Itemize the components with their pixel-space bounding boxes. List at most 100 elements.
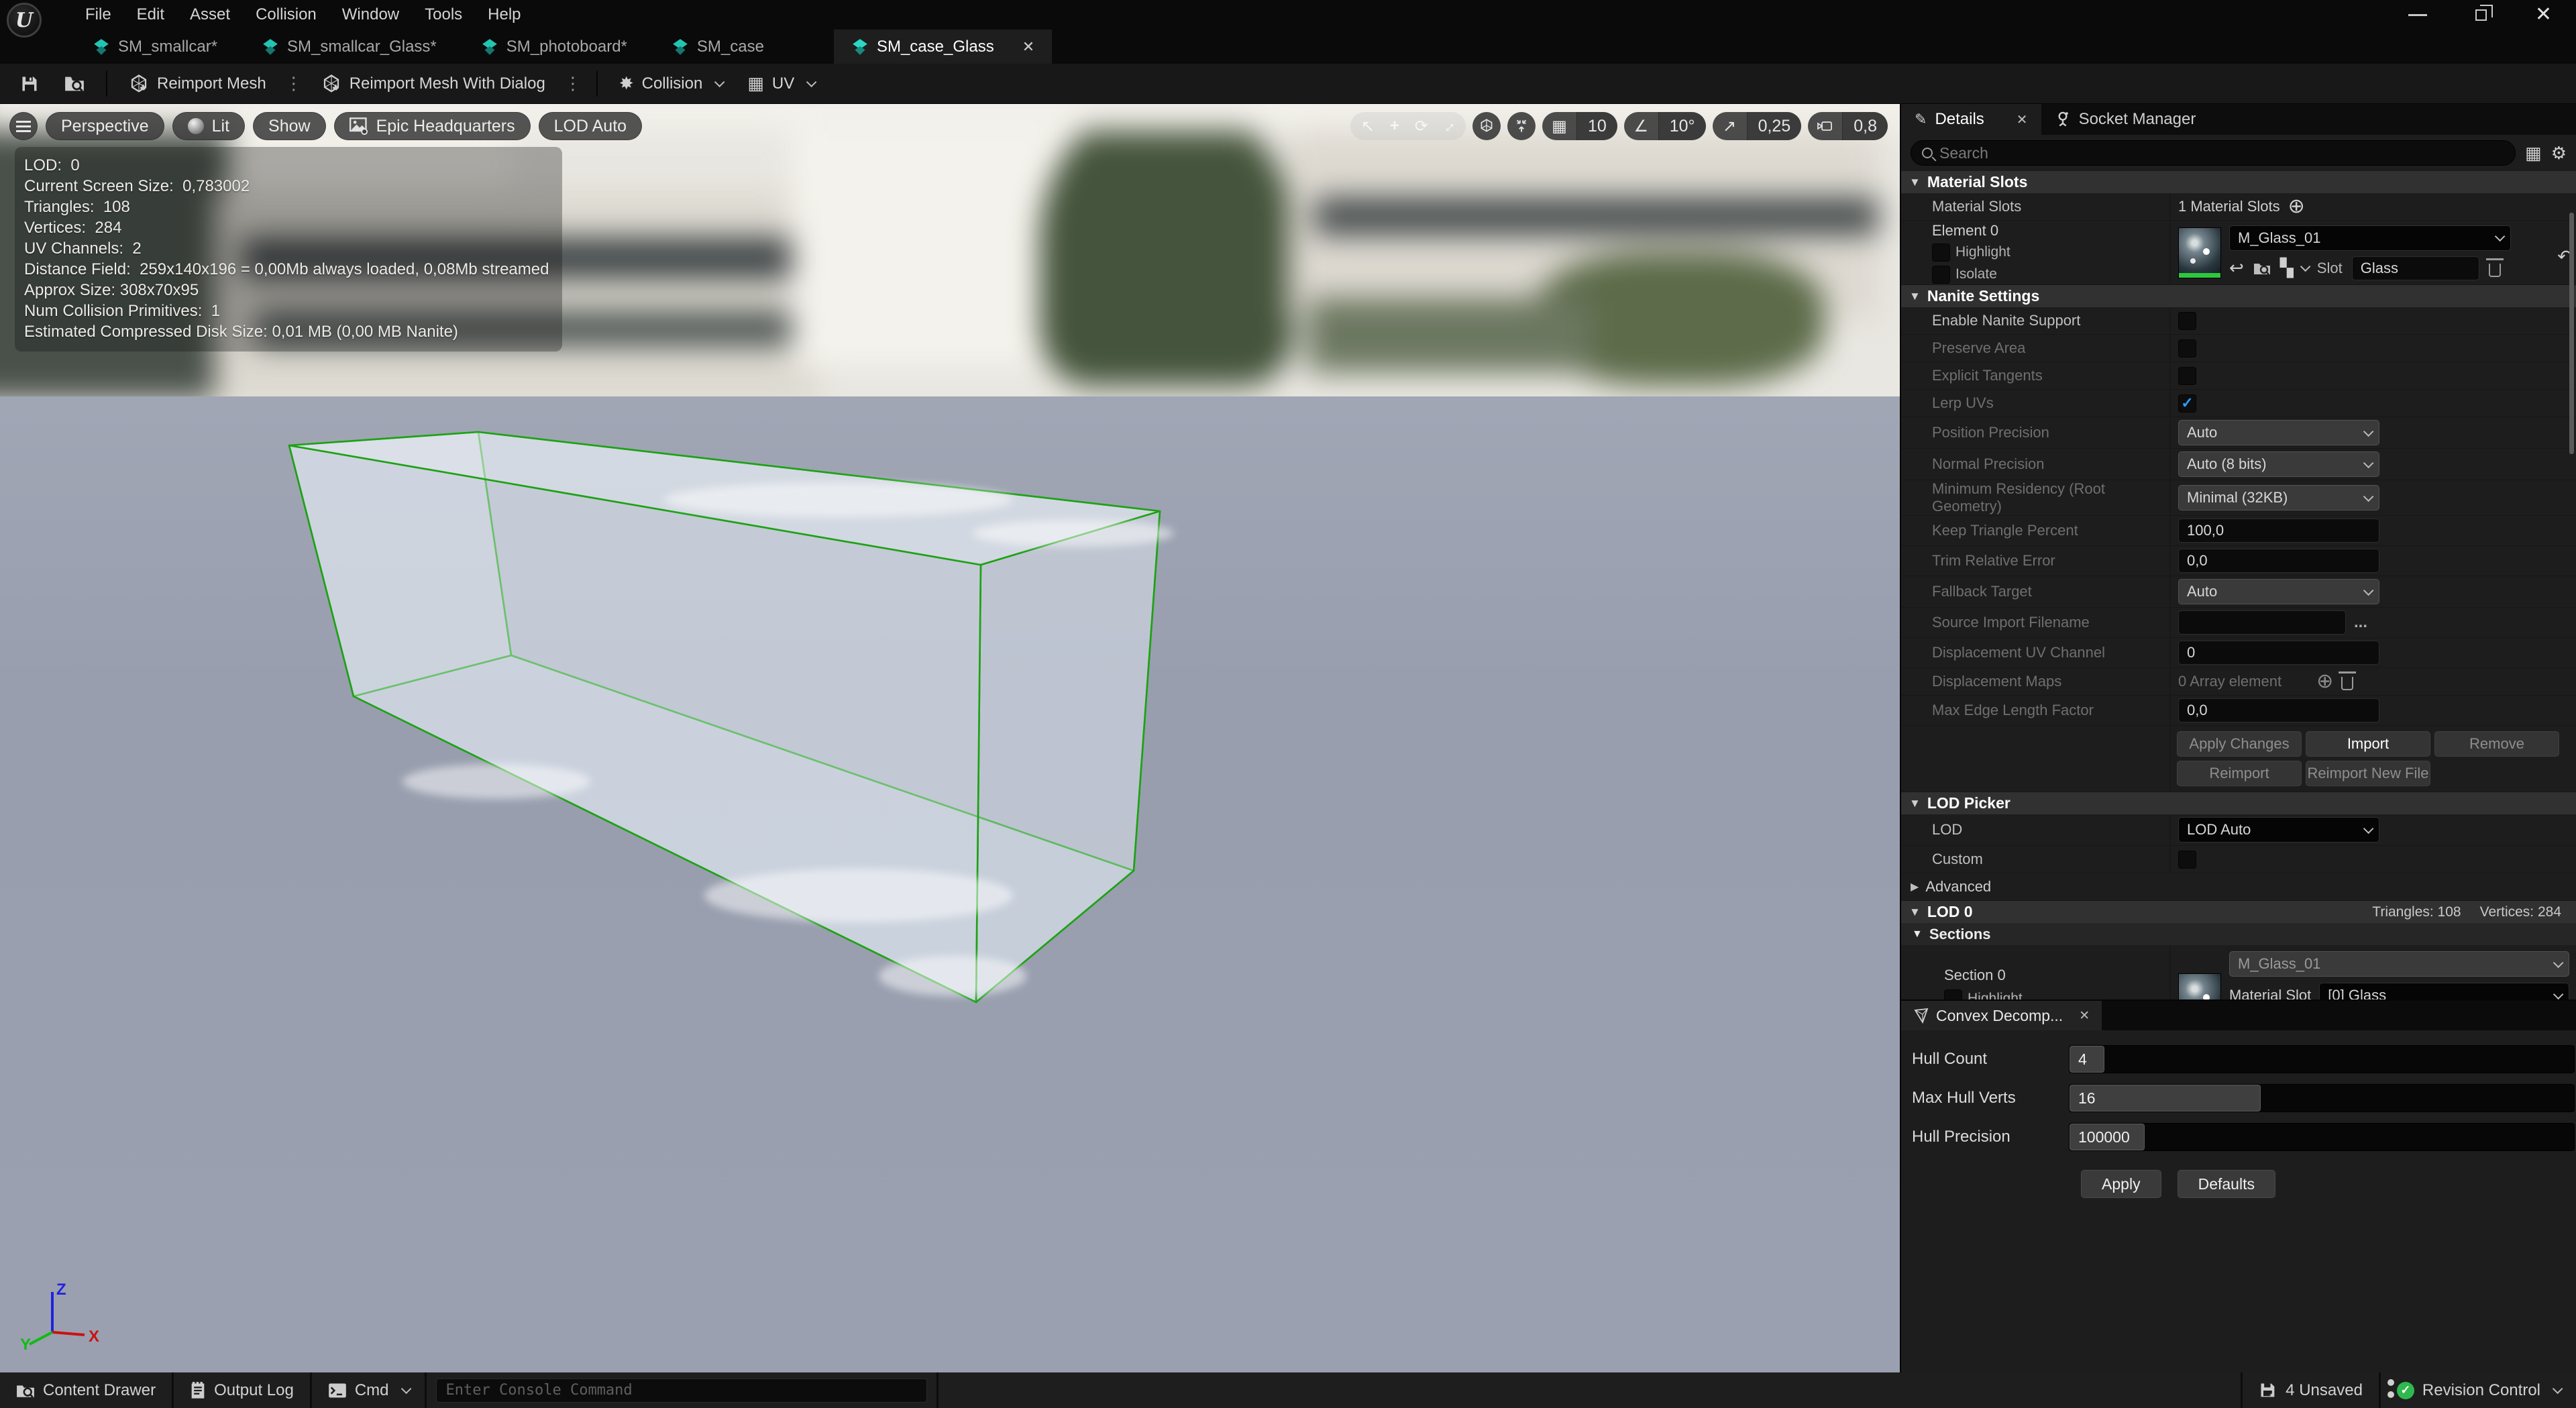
fallback-target-dropdown[interactable]: Auto	[2178, 579, 2379, 604]
position-precision-dropdown[interactable]: Auto	[2178, 420, 2379, 445]
convex-tab-close-icon[interactable]: ✕	[2079, 1008, 2090, 1024]
grid-snap-control[interactable]: ▦ 10	[1542, 112, 1617, 140]
reimport-mesh-dialog-button[interactable]: Reimport Mesh With Dialog	[311, 69, 556, 99]
source-import-filename-input[interactable]	[2178, 610, 2346, 635]
close-icon[interactable]: ✕	[2535, 5, 2552, 25]
category-lod0[interactable]: ▼ LOD 0 Triangles: 108 Vertices: 284	[1901, 901, 2576, 923]
details-tab-close-icon[interactable]: ✕	[2017, 111, 2028, 128]
reimport-mesh-button[interactable]: Reimport Mesh	[118, 69, 277, 99]
uv-menu-button[interactable]: ▦ UV	[737, 69, 824, 99]
tab-sm-case-glass[interactable]: SM_case_Glass ✕	[834, 30, 1052, 64]
unsaved-button[interactable]: * 4 Unsaved	[2243, 1372, 2379, 1408]
browse-to-asset-button[interactable]	[54, 69, 95, 99]
select-icon[interactable]: ↖	[1354, 117, 1381, 136]
tab-sm-case[interactable]: SM_case	[654, 30, 782, 64]
normal-precision-dropdown[interactable]: Auto (8 bits)	[2178, 451, 2379, 477]
add-array-element-icon[interactable]: ⊕	[2316, 671, 2333, 692]
use-selected-asset-icon[interactable]: ↩	[2229, 258, 2244, 278]
view-mode-button[interactable]: Lit	[172, 112, 245, 140]
delete-slot-icon[interactable]	[2489, 264, 2501, 277]
tab-convex-decomposition[interactable]: Convex Decomp... ✕	[1901, 1001, 2102, 1030]
tab-sm-photoboard[interactable]: SM_photoboard*	[464, 30, 645, 64]
details-property-list[interactable]: ▼ Material Slots Material Slots 1 Materi…	[1901, 171, 2576, 999]
perspective-button[interactable]: Perspective	[46, 112, 164, 140]
tab-details[interactable]: ✎ Details ✕	[1901, 104, 2041, 135]
advanced-row[interactable]: ▶ Advanced	[1901, 873, 2576, 901]
browse-to-asset-icon[interactable]	[2253, 260, 2271, 276]
menu-asset[interactable]: Asset	[177, 0, 243, 30]
highlight-checkbox[interactable]	[1932, 243, 1950, 262]
section-material-thumbnail[interactable]	[2178, 973, 2221, 999]
remove-button[interactable]: Remove	[2434, 731, 2559, 757]
reimport-button[interactable]: Reimport	[2177, 761, 2302, 786]
viewport-options-button[interactable]	[9, 112, 38, 140]
rotate-icon[interactable]: ⟳	[1408, 117, 1435, 136]
minimum-residency-dropdown[interactable]: Minimal (32KB)	[2178, 485, 2379, 510]
add-material-slot-icon[interactable]: ⊕	[2288, 197, 2305, 217]
menu-edit[interactable]: Edit	[124, 0, 177, 30]
preserve-area-checkbox[interactable]	[2178, 339, 2196, 358]
category-nanite-settings[interactable]: ▼ Nanite Settings	[1901, 285, 2576, 307]
output-log-button[interactable]: Output Log	[174, 1372, 310, 1408]
convex-defaults-button[interactable]: Defaults	[2178, 1170, 2275, 1198]
surface-snap-button[interactable]	[1507, 112, 1536, 140]
isolate-checkbox[interactable]	[1932, 266, 1950, 284]
save-button[interactable]	[9, 69, 50, 99]
console-command-input[interactable]: Enter Console Command	[436, 1378, 927, 1403]
cmd-selector[interactable]: Cmd	[312, 1372, 425, 1408]
show-button[interactable]: Show	[253, 112, 326, 140]
display-filter-icon[interactable]: ▦	[2525, 143, 2542, 164]
search-input[interactable]: Search	[1911, 140, 2516, 166]
camera-speed-control[interactable]: 0,8	[1808, 112, 1888, 140]
move-icon[interactable]: +	[1381, 117, 1408, 136]
sections-subheader[interactable]: ▼ Sections	[1901, 923, 2576, 945]
browse-file-button[interactable]: ...	[2354, 613, 2367, 632]
settings-gear-icon[interactable]: ⚙	[2551, 143, 2567, 164]
import-button[interactable]: Import	[2306, 731, 2430, 757]
details-scrollbar[interactable]	[2569, 213, 2574, 454]
hull-precision-slider[interactable]: 100000	[2069, 1123, 2575, 1151]
material-slot-dropdown[interactable]: [0] Glass	[2319, 983, 2569, 999]
lod-dropdown[interactable]: LOD Auto	[2178, 817, 2379, 843]
revision-control-button[interactable]: ✓ Revision Control	[2381, 1372, 2576, 1408]
tab-close-icon[interactable]: ✕	[1022, 38, 1034, 56]
enable-nanite-checkbox[interactable]	[2178, 312, 2196, 330]
minimize-icon[interactable]	[2408, 14, 2427, 16]
scale-snap-control[interactable]: ↗ 0,25	[1713, 112, 1802, 140]
tab-socket-manager[interactable]: Socket Manager	[2041, 104, 2210, 135]
menu-help[interactable]: Help	[475, 0, 533, 30]
category-material-slots[interactable]: ▼ Material Slots	[1901, 171, 2576, 193]
menu-collision[interactable]: Collision	[243, 0, 329, 30]
max-hull-verts-slider[interactable]: 16	[2069, 1084, 2575, 1112]
category-lod-picker[interactable]: ▼ LOD Picker	[1901, 792, 2576, 814]
material-dropdown[interactable]: M_Glass_01	[2229, 225, 2511, 251]
menu-file[interactable]: File	[72, 0, 124, 30]
world-local-gizmo-button[interactable]	[1472, 112, 1501, 140]
collision-menu-button[interactable]: ✸ Collision	[608, 69, 733, 99]
reimport-dialog-options-icon[interactable]: ⋮	[560, 73, 586, 94]
tab-sm-smallcar-glass[interactable]: SM_smallcar_Glass*	[244, 30, 454, 64]
hull-count-slider[interactable]: 4	[2069, 1045, 2575, 1073]
section-highlight-checkbox[interactable]	[1944, 989, 1962, 999]
checker-pattern-icon[interactable]: ▚	[2280, 258, 2294, 278]
displacement-uv-channel-input[interactable]: 0	[2178, 641, 2379, 665]
section-material-dropdown[interactable]: M_Glass_01	[2229, 951, 2569, 977]
custom-checkbox[interactable]	[2178, 851, 2196, 869]
scale-icon[interactable]: ↔	[1432, 110, 1464, 142]
content-drawer-button[interactable]: Content Drawer	[0, 1372, 172, 1408]
trim-relative-error-input[interactable]: 0,0	[2178, 549, 2379, 573]
scene-setup-button[interactable]: Epic Headquarters	[334, 112, 531, 140]
apply-changes-button[interactable]: Apply Changes	[2177, 731, 2302, 757]
keep-triangle-percent-input[interactable]: 100,0	[2178, 519, 2379, 543]
explicit-tangents-checkbox[interactable]	[2178, 367, 2196, 385]
lerp-uvs-checkbox[interactable]: ✓	[2178, 394, 2196, 413]
material-thumbnail[interactable]	[2178, 227, 2221, 278]
reimport-options-icon[interactable]: ⋮	[281, 73, 307, 94]
menu-window[interactable]: Window	[329, 0, 412, 30]
restore-icon[interactable]	[2475, 9, 2487, 21]
rotation-snap-control[interactable]: ∠ 10°	[1624, 112, 1706, 140]
viewport[interactable]: Perspective Lit Show Epic Headquarters L…	[0, 104, 1900, 1372]
max-edge-length-factor-input[interactable]: 0,0	[2178, 698, 2379, 722]
reimport-new-file-button[interactable]: Reimport New File	[2306, 761, 2430, 786]
tab-sm-smallcar[interactable]: SM_smallcar*	[75, 30, 235, 64]
